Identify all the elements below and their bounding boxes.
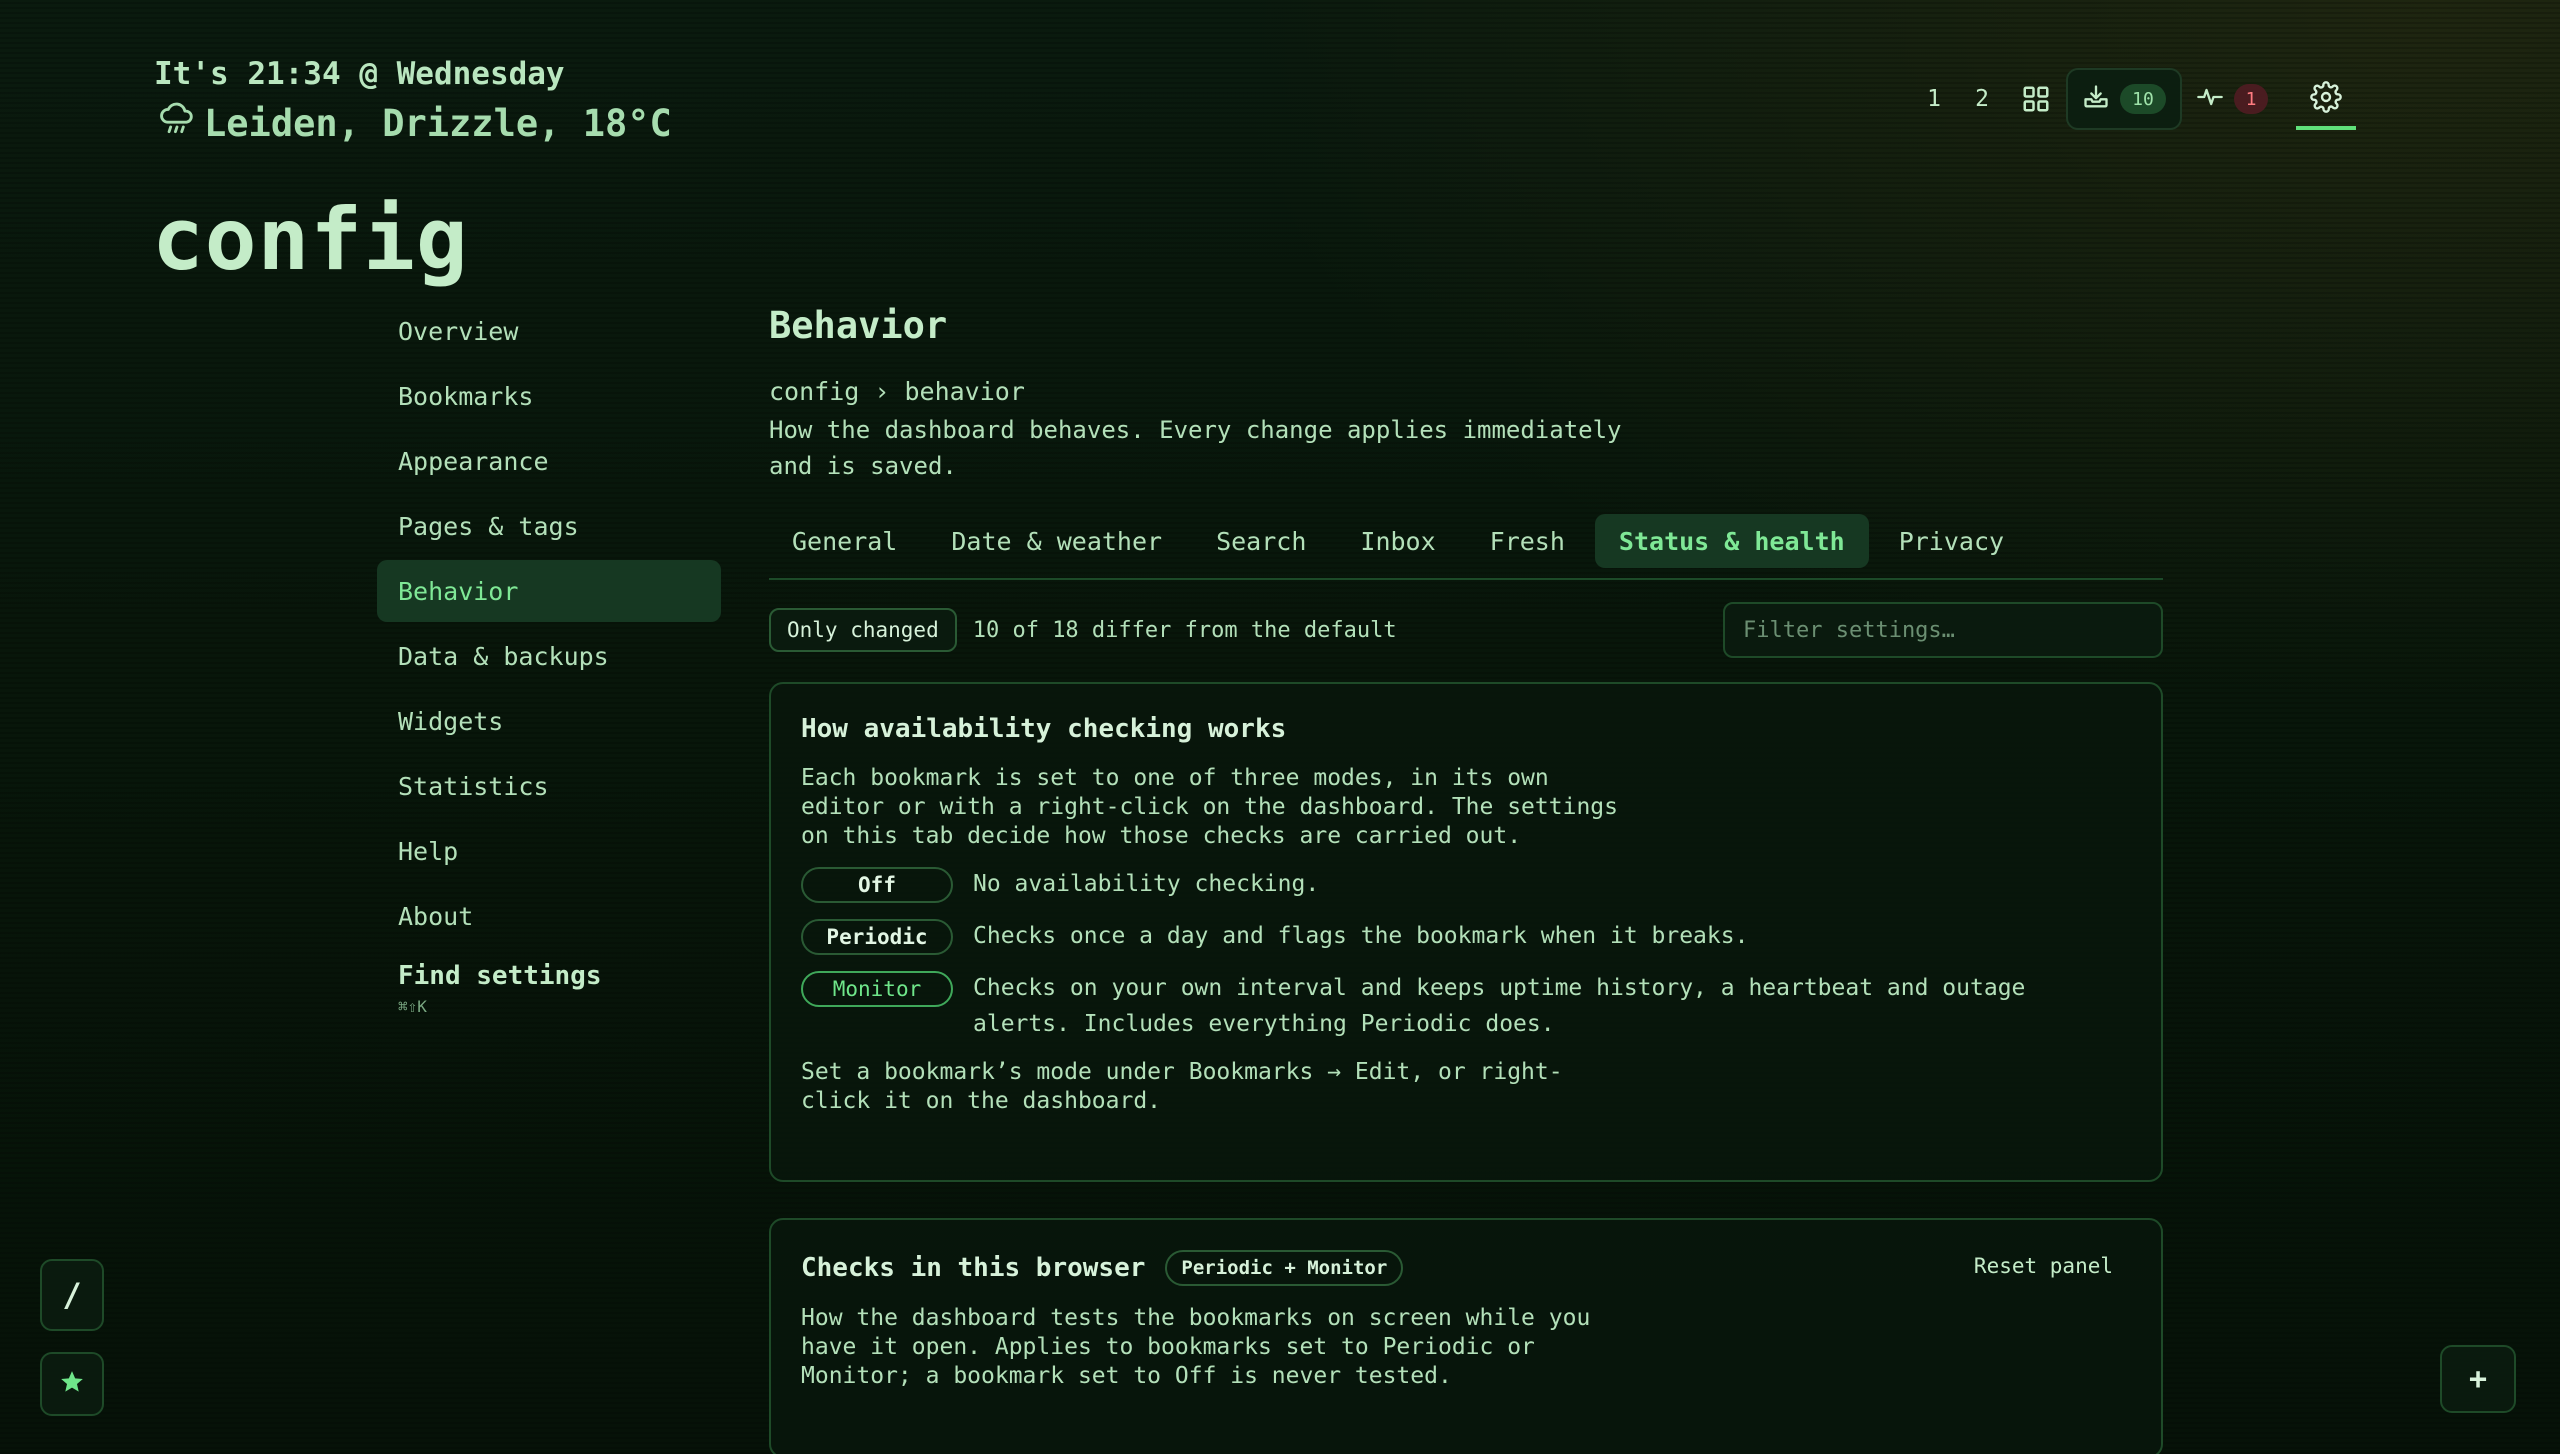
mode-row-monitor: Monitor Checks on your own interval and … <box>801 971 2131 1042</box>
sidebar-item-statistics[interactable]: Statistics <box>377 755 721 817</box>
top-toolbar: 1 2 10 1 <box>1910 68 2356 130</box>
health-button[interactable]: 1 <box>2182 68 2282 130</box>
tab-privacy[interactable]: Privacy <box>1875 514 2028 568</box>
find-settings-shortcut: ⌘⇧K <box>398 997 427 1016</box>
sidebar-item-appearance[interactable]: Appearance <box>377 430 721 492</box>
weather-line: Leiden, Drizzle, 18°C <box>158 100 672 147</box>
sidebar-item-bookmarks[interactable]: Bookmarks <box>377 365 721 427</box>
settings-main: Behavior config › behavior How the dashb… <box>769 300 2163 1454</box>
command-slash-button[interactable]: / <box>40 1259 104 1331</box>
mode-desc-off: No availability checking. <box>973 871 1320 897</box>
star-icon <box>59 1365 85 1403</box>
sidebar-item-pages-tags[interactable]: Pages & tags <box>377 495 721 557</box>
mode-desc-monitor: Checks on your own interval and keeps up… <box>973 975 2026 1037</box>
inbox-count-badge: 10 <box>2120 84 2166 114</box>
filter-settings-input[interactable] <box>1723 602 2163 658</box>
sidebar-item-behavior[interactable]: Behavior <box>377 560 721 622</box>
panel-description: How the dashboard tests the bookmarks on… <box>801 1305 1591 1389</box>
breadcrumb: config › behavior <box>769 377 1025 406</box>
pulse-icon <box>2196 83 2224 115</box>
find-settings-button[interactable]: Find settings ⌘⇧K <box>377 961 721 1016</box>
panel-footer-note: Set a bookmark’s mode under Bookmarks → … <box>801 1059 1563 1114</box>
inbox-download-icon <box>2082 83 2110 115</box>
sidebar-item-help[interactable]: Help <box>377 820 721 882</box>
only-changed-toggle[interactable]: Only changed <box>769 608 957 652</box>
diff-summary: 10 of 18 differ from the default <box>972 617 1397 643</box>
sidebar-item-overview[interactable]: Overview <box>377 300 721 362</box>
mode-row-off: Off No availability checking. <box>801 867 2131 903</box>
mode-row-periodic: Periodic Checks once a day and flags the… <box>801 919 2131 955</box>
tab-bar: General Date & weather Search Inbox Fres… <box>769 514 2163 580</box>
tab-fresh[interactable]: Fresh <box>1466 514 1589 568</box>
availability-info-panel: How availability checking works Each boo… <box>769 682 2163 1182</box>
tab-date-weather[interactable]: Date & weather <box>927 514 1186 568</box>
gear-icon[interactable] <box>2296 68 2356 130</box>
tab-status-health[interactable]: Status & health <box>1594 514 1869 568</box>
reset-panel-button[interactable]: Reset panel <box>1974 1254 2113 1278</box>
health-alert-badge: 1 <box>2234 84 2268 114</box>
tab-general[interactable]: General <box>769 514 921 568</box>
tab-inbox[interactable]: Inbox <box>1336 514 1459 568</box>
mode-desc-periodic: Checks once a day and flags the bookmark… <box>973 923 1749 949</box>
tab-search[interactable]: Search <box>1192 514 1330 568</box>
filter-row: Only changed 10 of 18 differ from the de… <box>769 602 2163 658</box>
mode-badge-off: Off <box>801 867 953 903</box>
cloud-drizzle-icon <box>158 100 196 147</box>
panel-intro: Each bookmark is set to one of three mod… <box>801 765 1618 849</box>
applies-to-badge: Periodic + Monitor <box>1165 1250 1404 1286</box>
find-settings-label: Find settings <box>398 961 602 991</box>
panel-title: How availability checking works <box>801 714 1287 744</box>
sidebar-item-data-backups[interactable]: Data & backups <box>377 625 721 687</box>
favorites-button[interactable] <box>40 1352 104 1416</box>
panel-header: Checks in this browser Periodic + Monito… <box>801 1250 2131 1286</box>
inbox-button[interactable]: 10 <box>2066 68 2182 130</box>
section-title: Behavior <box>769 304 948 347</box>
sidebar-item-widgets[interactable]: Widgets <box>377 690 721 752</box>
mode-badge-periodic: Periodic <box>801 919 953 955</box>
add-button[interactable]: + <box>2440 1345 2516 1413</box>
browser-checks-panel: Checks in this browser Periodic + Monito… <box>769 1218 2163 1454</box>
panel-title: Checks in this browser <box>801 1253 1146 1283</box>
clock-line: It's 21:34 @ Wednesday <box>154 56 565 92</box>
sidebar-item-about[interactable]: About <box>377 885 721 947</box>
weather-text: Leiden, Drizzle, 18°C <box>204 102 672 145</box>
grid-icon[interactable] <box>2006 68 2066 130</box>
page-1-button[interactable]: 1 <box>1910 86 1958 112</box>
page-2-button[interactable]: 2 <box>1958 86 2006 112</box>
mode-badge-monitor: Monitor <box>801 971 953 1007</box>
page-title: config <box>152 190 469 290</box>
config-sidebar: Overview Bookmarks Appearance Pages & ta… <box>377 300 721 1016</box>
section-description: How the dashboard behaves. Every change … <box>769 416 1622 480</box>
